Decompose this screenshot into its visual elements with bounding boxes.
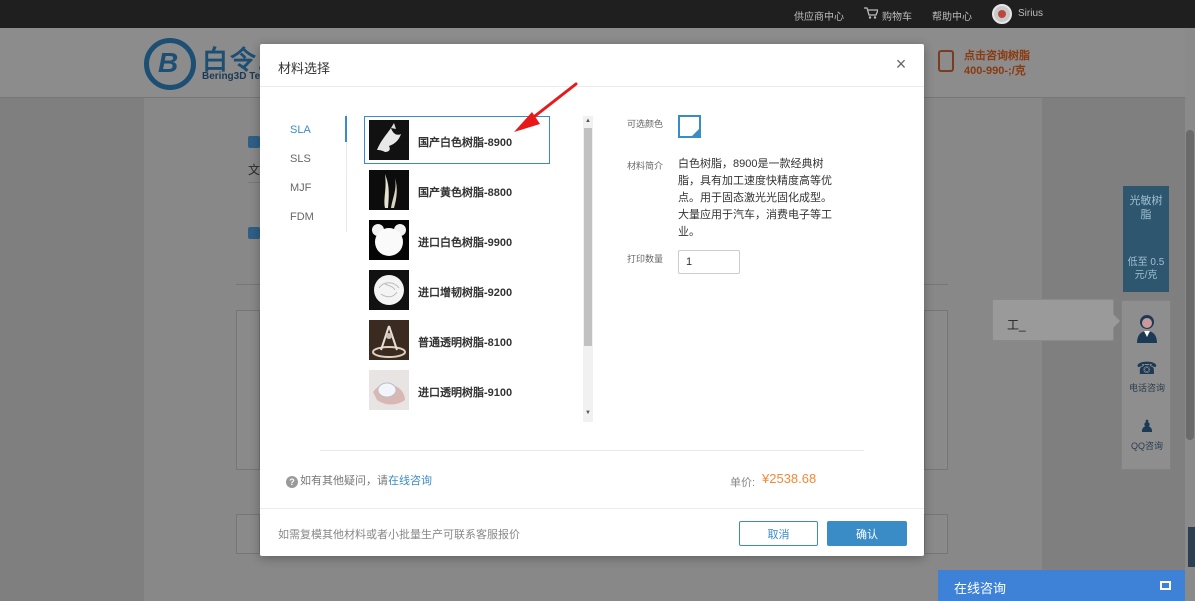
quantity-input[interactable] <box>678 250 740 274</box>
material-item-8900[interactable]: 国产白色树脂-8900 <box>364 116 550 164</box>
supplier-center-link[interactable]: 供应商中心 <box>794 8 844 23</box>
qq-icon: ♟ <box>1139 417 1155 436</box>
username-link[interactable]: Sirius <box>1018 8 1043 19</box>
unit-price-value: ¥2538.68 <box>762 471 817 486</box>
bg-panel-left <box>236 310 260 470</box>
bg-panel-bottom-left <box>236 514 260 554</box>
consult-phone-icon <box>938 50 954 72</box>
file-label: 文 <box>248 163 261 177</box>
top-nav-bar: 供应商中心 购物车 帮助中心 Sirius <box>0 0 1195 28</box>
unit-price-label: 单价: <box>730 477 756 489</box>
quantity-label: 打印数量 <box>627 254 664 264</box>
confirm-button[interactable]: 确认 <box>827 521 907 546</box>
color-swatch-white[interactable] <box>678 115 701 138</box>
help-center-link[interactable]: 帮助中心 <box>932 8 972 23</box>
customer-service-icon[interactable] <box>1134 311 1160 345</box>
color-label: 可选颜色 <box>627 119 664 129</box>
material-name: 进口透明树脂-9100 <box>418 387 513 399</box>
active-tab-indicator <box>345 116 347 142</box>
description-label: 材料简介 <box>627 161 664 171</box>
online-consult-link[interactable]: 在线咨询 <box>388 475 432 487</box>
material-item-8100[interactable]: 普通透明树脂-8100 <box>364 316 550 364</box>
promo-title: 光敏树脂 <box>1129 195 1163 221</box>
page-scrollbar-thumb[interactable] <box>1186 130 1194 440</box>
divider <box>320 450 864 451</box>
dialog-header: 材料选择 × <box>260 44 924 87</box>
material-item-9200[interactable]: 进口增韧树脂-9200 <box>364 266 550 314</box>
material-list-scrollbar[interactable]: ▲ ▼ <box>583 116 593 422</box>
phone-icon: ☎ <box>1136 359 1158 378</box>
bg-panel-bottom-right <box>924 514 948 554</box>
material-name: 进口白色树脂-9900 <box>418 237 513 249</box>
checkbox-2[interactable] <box>248 227 260 239</box>
dialog-title: 材料选择 <box>278 61 331 76</box>
material-list-scroll-thumb[interactable] <box>584 128 592 346</box>
side-tools-panel: ☎ 电话咨询 ♟ QQ咨询 <box>1121 300 1171 470</box>
tab-sla[interactable]: SLA <box>290 124 346 136</box>
close-icon[interactable]: × <box>892 55 910 73</box>
checkbox-1[interactable] <box>248 136 260 148</box>
material-item-partial[interactable] <box>364 416 550 420</box>
online-chat-label: 在线咨询 <box>954 581 1007 596</box>
material-thumbnail <box>369 370 409 410</box>
qq-consult-button[interactable]: ♟ QQ咨询 <box>1122 417 1172 452</box>
minimize-icon[interactable] <box>1160 581 1171 590</box>
edge-tab[interactable] <box>1188 527 1195 567</box>
material-description: 白色树脂，8900是一款经典树脂，具有加工速度快精度高等优点。用于固态激光光固化… <box>678 158 832 238</box>
material-thumbnail <box>369 170 409 210</box>
material-name: 进口增韧树脂-9200 <box>418 287 513 299</box>
scroll-up-icon[interactable]: ▲ <box>585 118 591 124</box>
logo-subtext: Bering3D Tec <box>202 71 266 82</box>
material-select-dialog: 材料选择 × SLA SLS MJF FDM 国产白色树脂-8900 国产黄色树… <box>260 44 924 556</box>
user-avatar[interactable] <box>992 4 1012 24</box>
tab-mjf[interactable]: MJF <box>290 182 346 194</box>
material-name: 普通透明树脂-8100 <box>418 337 513 349</box>
material-item-8800[interactable]: 国产黄色树脂-8800 <box>364 166 550 214</box>
material-thumbnail <box>369 120 409 160</box>
chat-bubble: 工_ <box>992 299 1120 341</box>
cart-icon[interactable] <box>864 7 878 19</box>
question-icon: ? <box>286 476 298 488</box>
material-list: 国产白色树脂-8900 国产黄色树脂-8800 进口白色树脂-9900 进口增韧… <box>364 114 554 420</box>
help-prefix: 如有其他疑问，请 <box>300 475 388 487</box>
resin-promo-banner[interactable]: 光敏树脂 低至 0.5元/克 <box>1123 186 1169 292</box>
material-thumbnail <box>369 220 409 260</box>
tab-sls[interactable]: SLS <box>290 153 346 165</box>
phone-consult-button[interactable]: ☎ 电话咨询 <box>1122 359 1172 394</box>
divider <box>236 284 260 285</box>
cart-link[interactable]: 购物车 <box>882 8 912 23</box>
cancel-button[interactable]: 取消 <box>739 521 818 546</box>
material-name: 国产白色树脂-8900 <box>418 137 513 149</box>
scroll-down-icon[interactable]: ▼ <box>585 410 591 416</box>
divider <box>924 284 948 285</box>
consult-hotline: 400-990-;/克 <box>964 65 1026 77</box>
material-item-9900[interactable]: 进口白色树脂-9900 <box>364 216 550 264</box>
dialog-footer: 如需复模其他材料或者小批量生产可联系客服报价 取消 确认 <box>260 508 924 556</box>
divider <box>248 182 260 183</box>
promo-price: 低至 0.5元/克 <box>1127 257 1165 281</box>
material-thumbnail <box>369 320 409 360</box>
material-name: 国产黄色树脂-8800 <box>418 187 513 199</box>
help-row: ? 如有其他疑问，请在线咨询 <box>286 472 432 488</box>
footer-note: 如需复模其他材料或者小批量生产可联系客服报价 <box>278 529 520 541</box>
tab-fdm[interactable]: FDM <box>290 211 346 223</box>
logo-icon[interactable]: B <box>144 38 196 90</box>
consult-resin-link[interactable]: 点击咨询树脂 <box>964 47 1030 63</box>
online-chat-bar[interactable]: 在线咨询 <box>938 570 1185 601</box>
material-item-9100[interactable]: 进口透明树脂-9100 <box>364 366 550 414</box>
material-thumbnail <box>369 270 409 310</box>
bg-panel-right <box>924 310 948 470</box>
